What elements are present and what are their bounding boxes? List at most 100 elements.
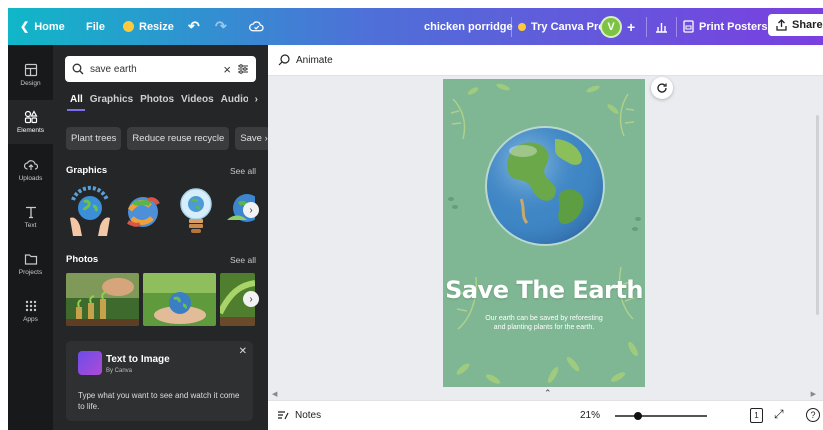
- rail-item-text[interactable]: Text: [8, 195, 53, 239]
- insights-button[interactable]: [655, 20, 668, 33]
- fullscreen-icon[interactable]: ⤢: [774, 407, 784, 422]
- vertical-scrollbar[interactable]: [816, 115, 819, 315]
- home-button[interactable]: ❮ Home: [20, 20, 65, 34]
- document-title[interactable]: chicken porridge: [424, 21, 513, 33]
- graphics-heading: Graphics: [66, 165, 108, 176]
- tab-all[interactable]: All: [70, 94, 83, 105]
- graphic-earth-hands[interactable]: [67, 180, 113, 238]
- bar-chart-icon: [656, 23, 667, 33]
- file-label: File: [86, 20, 105, 33]
- poster-subtitle[interactable]: Our earth can be saved by reforesting an…: [481, 314, 607, 333]
- rail-label: Projects: [18, 269, 43, 276]
- print-posters-button[interactable]: Print Posters: [683, 20, 767, 33]
- graphic-recycle-earth[interactable]: [120, 180, 166, 238]
- rail-item-elements[interactable]: Elements: [8, 100, 53, 144]
- search-icon: [72, 63, 84, 75]
- text-to-image-card[interactable]: Text to Image By Canva Type what you wan…: [66, 341, 253, 421]
- share-button[interactable]: Share: [768, 14, 823, 36]
- zoom-slider[interactable]: [615, 412, 707, 420]
- chip-plant-trees[interactable]: Plant trees: [66, 127, 122, 150]
- save-status-button[interactable]: [249, 20, 264, 33]
- doc-title-text: chicken porridge: [424, 20, 513, 33]
- scroll-left-icon[interactable]: ◀: [272, 390, 277, 398]
- filter-icon[interactable]: [237, 63, 249, 75]
- tab-videos[interactable]: Videos: [181, 94, 214, 105]
- try-pro-button[interactable]: Try Canva Pro: [518, 21, 605, 33]
- notes-label: Notes: [295, 410, 322, 421]
- rail-label: Uploads: [18, 175, 43, 182]
- suggestion-chips: Plant trees Reduce reuse recycle Save ›: [66, 127, 270, 150]
- rail-item-apps[interactable]: Apps: [8, 289, 53, 333]
- canva-editor: ❮ Home File Resize ↶ ↷ chicken porridge …: [0, 0, 823, 430]
- zoom-level[interactable]: 21%: [580, 410, 600, 421]
- redo-button[interactable]: ↷: [215, 18, 227, 35]
- help-icon: ?: [810, 410, 816, 420]
- tab-photos[interactable]: Photos: [140, 94, 174, 105]
- chip-reduce-reuse-recycle[interactable]: Reduce reuse recycle: [127, 127, 230, 150]
- resize-button[interactable]: Resize: [123, 21, 174, 33]
- chevron-right-icon: ›: [261, 133, 268, 144]
- resize-label: Resize: [139, 20, 174, 33]
- scroll-right-icon[interactable]: ▶: [811, 390, 816, 398]
- cloud-upload-icon: [23, 160, 38, 170]
- rail-label: Elements: [16, 127, 45, 134]
- poster-title[interactable]: Save The Earth: [443, 276, 645, 304]
- rail-item-design[interactable]: Design: [8, 53, 53, 97]
- divider: [646, 16, 647, 37]
- text-to-image-byline: By Canva: [106, 368, 133, 374]
- try-pro-label: Try Canva Pro: [531, 20, 605, 33]
- rail-item-uploads[interactable]: Uploads: [8, 148, 53, 192]
- chevron-left-icon: ❮: [20, 21, 30, 33]
- photos-see-all-link[interactable]: See all: [230, 255, 256, 265]
- horizontal-scrollbar[interactable]: ◀ ⌃ ▶: [270, 388, 820, 400]
- graphics-see-all-link[interactable]: See all: [230, 166, 256, 176]
- canvas-workarea: Animate Save The Earth Our earth can be …: [268, 45, 823, 430]
- photo-coins-sprouts[interactable]: [66, 273, 139, 326]
- divider: [511, 16, 512, 37]
- text-to-image-title: Text to Image: [106, 354, 170, 365]
- file-menu[interactable]: File: [86, 21, 105, 33]
- refresh-design-button[interactable]: [651, 77, 673, 99]
- page-number: 1: [754, 411, 759, 420]
- apps-grid-icon: [25, 300, 36, 312]
- clear-icon[interactable]: ×: [223, 62, 231, 77]
- rail-item-projects[interactable]: Projects: [8, 242, 53, 286]
- poster-page[interactable]: Save The Earth Our earth can be saved by…: [443, 79, 645, 387]
- cloud-check-icon: [249, 21, 264, 32]
- notes-button[interactable]: Notes: [277, 410, 321, 421]
- chip-save-label: Save: [240, 133, 262, 144]
- tab-graphics[interactable]: Graphics: [90, 94, 133, 105]
- filter-tabs: All Graphics Photos Videos Audio ›: [70, 94, 258, 105]
- rail-label: Text: [24, 222, 37, 229]
- top-bar: ❮ Home File Resize ↶ ↷ chicken porridge …: [8, 8, 823, 45]
- chevron-right-icon[interactable]: ›: [255, 94, 258, 105]
- graphics-next-button[interactable]: ›: [243, 202, 259, 218]
- close-icon[interactable]: ✕: [239, 346, 247, 357]
- undo-button[interactable]: ↶: [188, 18, 200, 35]
- plus-icon: +: [627, 18, 636, 35]
- photos-heading: Photos: [66, 254, 99, 265]
- photos-next-button[interactable]: ›: [243, 291, 259, 307]
- tab-audio[interactable]: Audio: [221, 94, 248, 105]
- rail-label: Apps: [23, 316, 38, 323]
- rail-label: Design: [20, 80, 41, 87]
- bottom-bar: Notes 21% 1 ⤢ ?: [268, 400, 823, 430]
- redo-icon: ↷: [215, 18, 227, 34]
- animate-button[interactable]: Animate: [278, 54, 333, 66]
- active-tab-indicator: [67, 109, 85, 111]
- chip-save[interactable]: Save ›: [235, 127, 270, 150]
- chevron-right-icon: ›: [249, 293, 253, 305]
- zoom-slider-knob[interactable]: [634, 412, 642, 420]
- graphic-bulb-earth[interactable]: [173, 180, 219, 238]
- page-count-button[interactable]: 1: [750, 408, 763, 423]
- chevron-up-icon[interactable]: ⌃: [544, 388, 552, 399]
- help-button[interactable]: ?: [806, 408, 820, 422]
- add-collaborator-button[interactable]: +: [627, 19, 635, 35]
- search-field[interactable]: ×: [65, 56, 256, 82]
- photo-earth-in-hands[interactable]: [143, 273, 216, 326]
- avatar-initial: V: [607, 20, 615, 33]
- shapes-icon: [24, 110, 38, 124]
- search-input[interactable]: [90, 63, 218, 75]
- avatar[interactable]: V: [600, 15, 622, 38]
- text-icon: [25, 206, 36, 219]
